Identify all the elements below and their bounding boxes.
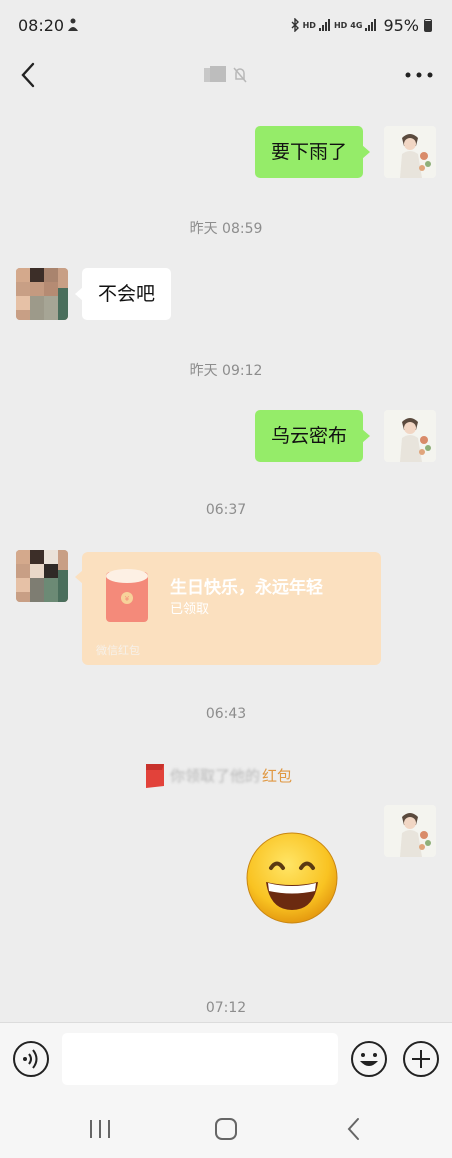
recents-icon[interactable] <box>86 1118 114 1140</box>
timestamp: 昨天 08:59 <box>189 221 263 237</box>
message-bubble-sent[interactable]: 乌云密布 <box>255 410 371 462</box>
avatar-image <box>384 410 436 462</box>
plus-icon[interactable] <box>402 1040 440 1078</box>
red-packet-link[interactable]: 红包 <box>262 765 292 786</box>
svg-text:¥: ¥ <box>125 595 130 603</box>
avatar-me[interactable] <box>384 410 436 462</box>
chat-title-redacted <box>204 66 247 83</box>
timestamp: 06:43 <box>205 706 247 722</box>
message-bubble-received[interactable]: 不会吧 <box>74 268 172 320</box>
avatar-image <box>384 805 436 857</box>
timestamp: 06:37 <box>205 502 247 518</box>
chat-header <box>0 50 452 100</box>
avatar-me[interactable] <box>384 126 436 178</box>
red-packet-footer: 微信红包 <box>96 644 140 657</box>
signal-icon-2 <box>365 19 377 31</box>
red-packet-status: 已领取 <box>170 602 210 617</box>
battery-percent: 95% <box>383 15 419 35</box>
battery-icon <box>424 18 432 32</box>
red-envelope-icon: ¥ <box>106 569 148 622</box>
red-packet-card[interactable]: ¥ 生日快乐，永远年轻 已领取 微信红包 <box>75 552 381 665</box>
system-note: 你领取了他的 红包 <box>144 760 292 790</box>
back-arrow-icon[interactable] <box>14 60 44 90</box>
more-dots-icon[interactable] <box>404 68 434 82</box>
avatar-image-pixelated <box>16 550 68 602</box>
avatar-image-pixelated <box>16 268 68 320</box>
voice-icon[interactable] <box>12 1040 50 1078</box>
avatar-contact[interactable] <box>16 550 68 602</box>
hd-label-1: HD <box>302 20 316 30</box>
avatar-contact[interactable] <box>16 268 68 320</box>
grinning-face-emoji[interactable] <box>244 830 340 926</box>
hd-label-2: HD <box>333 20 348 30</box>
message-input[interactable] <box>62 1033 338 1085</box>
avatar-image <box>384 126 436 178</box>
status-icons: HD HD 4G 95% <box>290 14 432 36</box>
status-time: 08:20 <box>18 16 65 35</box>
red-packet-title: 生日快乐，永远年轻 <box>170 578 323 598</box>
avatar-me[interactable] <box>384 805 436 857</box>
network-label: 4G <box>350 20 363 30</box>
nav-back-icon[interactable] <box>340 1116 368 1142</box>
timestamp: 昨天 09:12 <box>189 363 263 379</box>
status-bar: 08:20 HD HD 4G 95% <box>0 0 452 50</box>
system-note-text: 你领取了他的 <box>170 766 261 785</box>
red-envelope-small-icon <box>146 764 164 788</box>
timestamp: 07:12 <box>205 1000 247 1016</box>
emoji-icon[interactable] <box>350 1040 388 1078</box>
message-bubble-sent[interactable]: 要下雨了 <box>255 126 371 178</box>
notification-icon <box>68 18 78 31</box>
bluetooth-icon <box>291 18 299 32</box>
signal-icon-1 <box>318 19 331 31</box>
system-nav-bar <box>0 1098 452 1158</box>
home-icon[interactable] <box>212 1116 240 1142</box>
